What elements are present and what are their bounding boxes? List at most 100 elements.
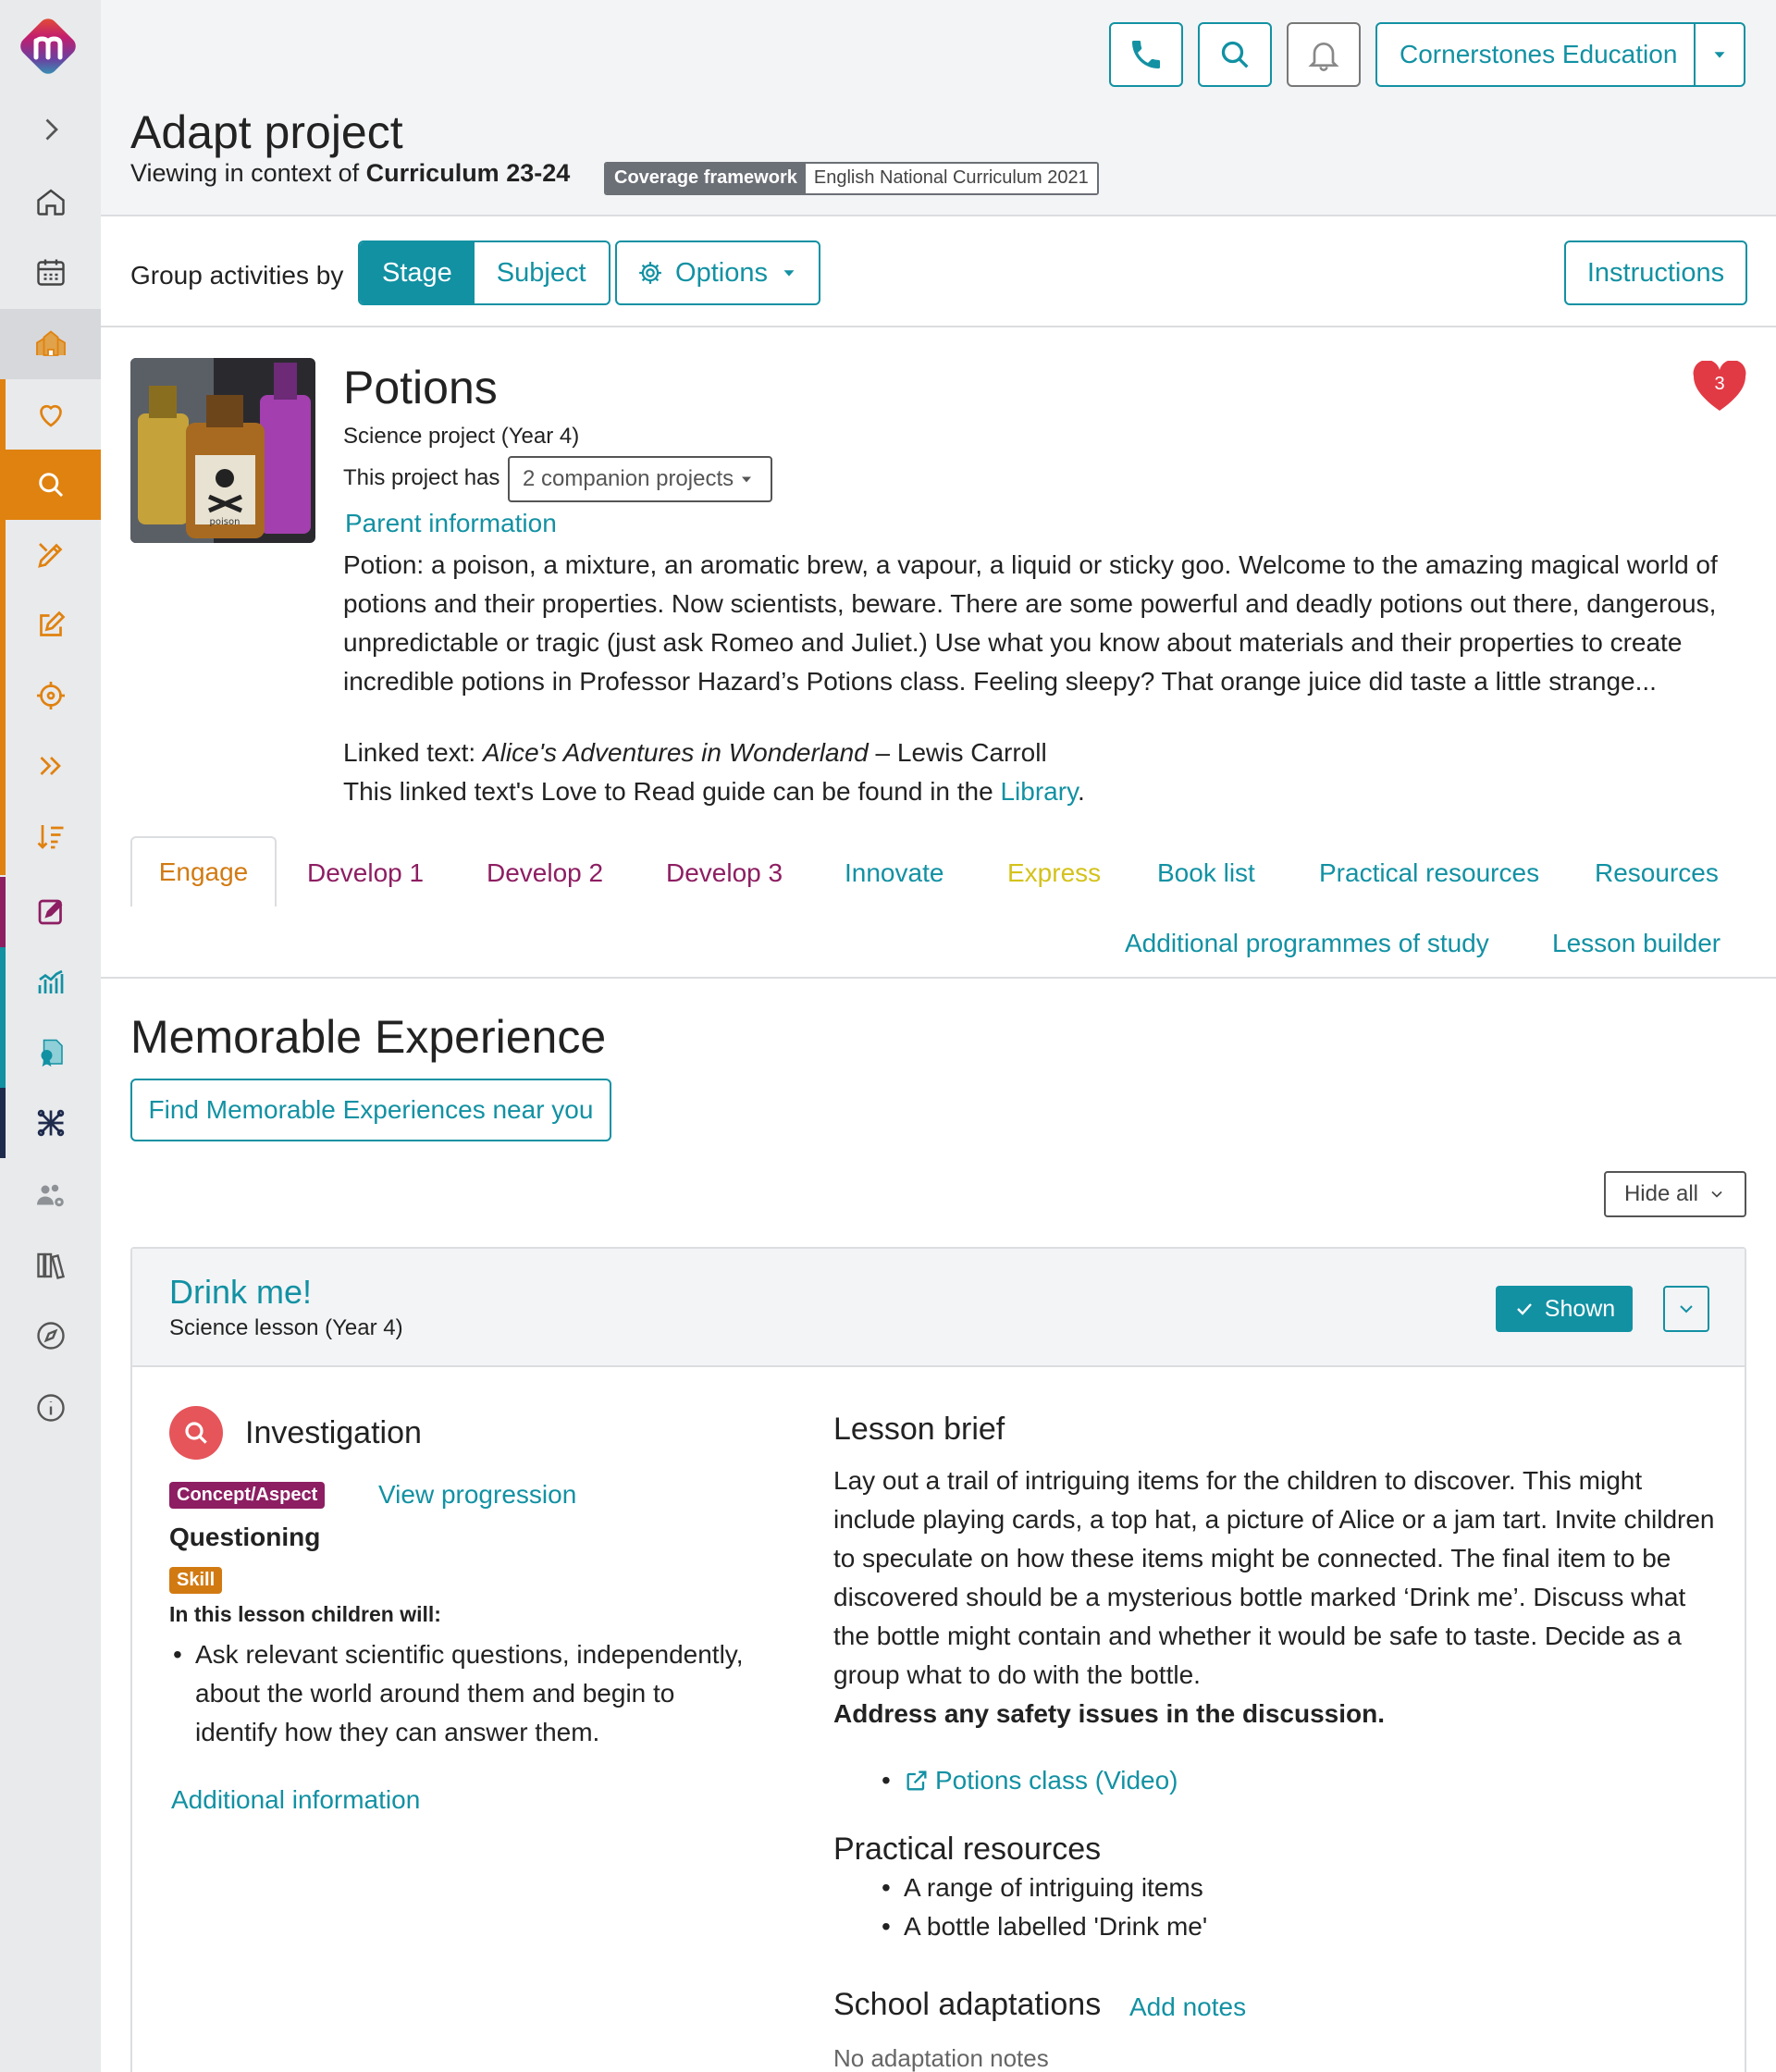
poison-label: poison: [210, 517, 240, 527]
guide-suffix: .: [1078, 777, 1085, 806]
group-by-toggle: Stage Subject: [358, 240, 610, 305]
shown-toggle[interactable]: Shown: [1496, 1286, 1633, 1332]
practical-item: A range of intriguing items: [878, 1868, 1207, 1907]
investigation-icon: [169, 1406, 223, 1460]
notifications-button[interactable]: [1287, 22, 1361, 87]
linked-prefix: Linked text:: [343, 738, 476, 767]
tab-develop-1[interactable]: Develop 1: [307, 858, 424, 888]
linked-text: Linked text: Alice's Adventures in Wonde…: [343, 734, 1085, 811]
lesson-subtitle: Science lesson (Year 4): [169, 1315, 403, 1340]
page-title: Adapt project: [130, 106, 403, 158]
analytics-chart-icon[interactable]: [0, 947, 101, 1018]
school-adaptations-heading: School adaptations: [833, 1987, 1102, 2022]
double-chevron-icon[interactable]: [0, 731, 101, 801]
tab-innovate[interactable]: Innovate: [845, 858, 944, 888]
video-item: Potions class (Video): [878, 1761, 1178, 1805]
potions-video-label: Potions class (Video): [935, 1766, 1178, 1794]
options-button[interactable]: Options: [615, 240, 820, 305]
group-by-label: Group activities by: [130, 261, 344, 290]
coverage-framework-badge: Coverage framework English National Curr…: [604, 162, 1099, 195]
options-label: Options: [675, 257, 768, 288]
sort-list-icon[interactable]: [0, 801, 101, 871]
companion-label: This project has: [343, 465, 500, 490]
coverage-value: English National Curriculum 2021: [805, 164, 1097, 193]
context-line: Viewing in context of Curriculum 23-24: [130, 159, 570, 188]
lesson-brief-safety: Address any safety issues in the discuss…: [833, 1699, 1385, 1728]
lesson-brief-heading: Lesson brief: [833, 1412, 1005, 1447]
organisation-name: Cornerstones Education: [1400, 40, 1678, 68]
practical-resources-heading: Practical resources: [833, 1832, 1102, 1867]
info-icon[interactable]: [0, 1373, 101, 1443]
expand-lesson-button[interactable]: [1663, 1286, 1709, 1332]
search-button[interactable]: [1198, 22, 1272, 87]
tab-book-list[interactable]: Book list: [1157, 858, 1255, 888]
project-thumbnail: poison: [130, 358, 315, 543]
lesson-title[interactable]: Drink me!: [169, 1273, 312, 1312]
certificate-icon[interactable]: [0, 1018, 101, 1088]
tab-engage[interactable]: Engage: [130, 836, 277, 906]
tab-resources[interactable]: Resources: [1595, 858, 1719, 888]
shown-label: Shown: [1544, 1295, 1616, 1322]
search-icon[interactable]: [0, 450, 101, 520]
additional-information-link[interactable]: Additional information: [171, 1785, 420, 1815]
tab-develop-3[interactable]: Develop 3: [666, 858, 783, 888]
tab-express[interactable]: Express: [1007, 858, 1101, 888]
gear-icon: [639, 262, 661, 284]
linked-author: – Lewis Carroll: [875, 738, 1047, 767]
expand-chevron-icon[interactable]: [0, 94, 101, 165]
external-link-icon: [906, 1770, 927, 1791]
objective-item: Ask relevant scientific questions, indep…: [169, 1635, 761, 1752]
logo-icon[interactable]: [15, 13, 81, 80]
organisation-dropdown[interactable]: Cornerstones Education: [1375, 22, 1745, 87]
stage-toggle[interactable]: Stage: [360, 242, 475, 303]
heart-icon[interactable]: [0, 379, 101, 450]
view-progression-link[interactable]: View progression: [378, 1480, 576, 1510]
calendar-icon[interactable]: [0, 237, 101, 307]
users-settings-icon[interactable]: [0, 1160, 101, 1230]
tab-lesson-builder[interactable]: Lesson builder: [1552, 929, 1720, 958]
library-books-icon[interactable]: [0, 1230, 101, 1301]
project-title: Potions: [343, 362, 498, 413]
hide-all-dropdown[interactable]: Hide all: [1604, 1171, 1746, 1217]
instructions-button[interactable]: Instructions: [1564, 240, 1747, 305]
companion-projects-dropdown[interactable]: 2 companion projects: [508, 456, 772, 502]
school-icon[interactable]: [0, 309, 101, 379]
potions-video-link[interactable]: Potions class (Video): [904, 1761, 1178, 1800]
library-link[interactable]: Library: [1000, 777, 1078, 806]
coverage-label: Coverage framework: [606, 164, 806, 193]
caret-down-icon: [742, 476, 752, 483]
hide-all-label: Hide all: [1623, 1181, 1699, 1206]
assessment-edit-icon[interactable]: [0, 877, 101, 947]
tab-develop-2[interactable]: Develop 2: [487, 858, 603, 888]
design-tools-icon[interactable]: [0, 520, 101, 590]
lesson-brief: Lay out a trail of intriguing items for …: [833, 1462, 1721, 1733]
phone-button[interactable]: [1109, 22, 1183, 87]
edit-icon[interactable]: [0, 590, 101, 660]
favourite-button[interactable]: 3: [1692, 360, 1747, 413]
linked-title: Alice's Adventures in Wonderland: [482, 738, 869, 767]
video-list: Potions class (Video): [878, 1761, 1178, 1805]
context-prefix: Viewing in context of: [130, 159, 360, 187]
find-experiences-button[interactable]: Find Memorable Experiences near you: [130, 1079, 611, 1141]
chevron-down-icon: [1711, 1190, 1722, 1198]
practical-item: A bottle labelled 'Drink me': [878, 1907, 1207, 1946]
stage-tabs: Engage Develop 1 Develop 2 Develop 3 Inn…: [101, 836, 1776, 979]
home-icon[interactable]: [0, 166, 101, 237]
companion-projects-label: 2 companion projects: [523, 466, 734, 491]
concept-badge: Concept/Aspect: [169, 1482, 326, 1509]
search-icon: [1221, 41, 1249, 68]
subject-toggle[interactable]: Subject: [475, 242, 609, 303]
compass-icon[interactable]: [0, 1301, 101, 1371]
main-content: Cornerstones Education Adapt project Vie…: [101, 0, 1776, 2072]
caret-down-icon: [783, 270, 795, 277]
tab-additional-programmes[interactable]: Additional programmes of study: [1125, 929, 1489, 958]
objectives-list: Ask relevant scientific questions, indep…: [169, 1635, 761, 1752]
concept-value: Questioning: [169, 1523, 321, 1551]
tab-practical-resources[interactable]: Practical resources: [1319, 858, 1539, 888]
target-icon[interactable]: [0, 660, 101, 731]
activity-type: Investigation: [245, 1415, 422, 1450]
network-icon[interactable]: [0, 1088, 101, 1158]
parent-information-link[interactable]: Parent information: [345, 509, 557, 538]
toolbar: Group activities by Stage Subject Option…: [101, 218, 1776, 327]
add-notes-link[interactable]: Add notes: [1129, 1992, 1246, 2022]
